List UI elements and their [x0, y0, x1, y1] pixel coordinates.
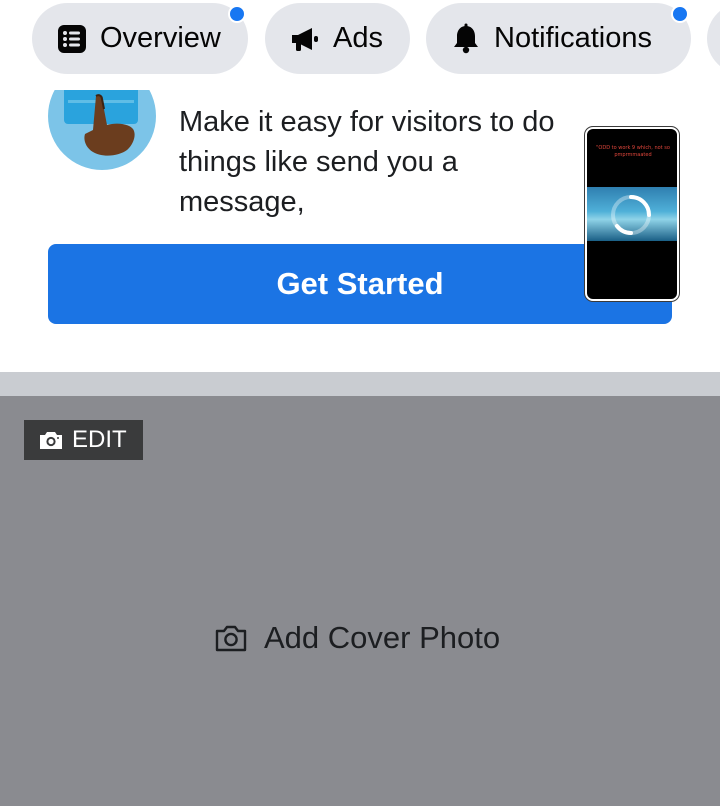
promo-description: Make it easy for visitors to do things l… — [179, 106, 555, 218]
notification-badge — [228, 5, 246, 23]
cover-photo-area[interactable]: EDIT Add Cover Photo — [0, 396, 720, 806]
tab-ads-label: Ads — [333, 22, 383, 54]
list-icon — [56, 23, 88, 55]
tab-overview[interactable]: Overview — [32, 3, 248, 74]
floating-video-player[interactable]: "ODD to work 9 which, not so pmprmmaated — [585, 127, 679, 301]
megaphone-icon — [289, 23, 321, 55]
loading-spinner-icon — [609, 193, 653, 237]
edit-label: EDIT — [72, 426, 127, 453]
get-started-button[interactable]: Get Started — [48, 244, 672, 324]
add-cover-photo-button[interactable]: Add Cover Photo — [214, 616, 500, 660]
edit-cover-button[interactable]: EDIT — [24, 420, 143, 460]
tab-notifications[interactable]: Notifications — [426, 3, 691, 74]
tab-bar: Overview Ads Notifications — [0, 0, 720, 90]
tab-more[interactable] — [707, 3, 720, 74]
add-cover-label: Add Cover Photo — [264, 620, 501, 655]
pointing-hand-illustration — [48, 90, 156, 170]
video-caption: "ODD to work 9 which, not so pmprmmaated — [596, 145, 670, 158]
tab-notifications-label: Notifications — [494, 22, 652, 54]
section-divider — [0, 372, 720, 396]
tab-ads[interactable]: Ads — [265, 3, 410, 74]
camera-icon — [38, 429, 64, 451]
bell-icon — [450, 23, 482, 55]
camera-icon — [214, 623, 248, 653]
tab-overview-label: Overview — [100, 22, 221, 54]
notification-badge — [671, 5, 689, 23]
